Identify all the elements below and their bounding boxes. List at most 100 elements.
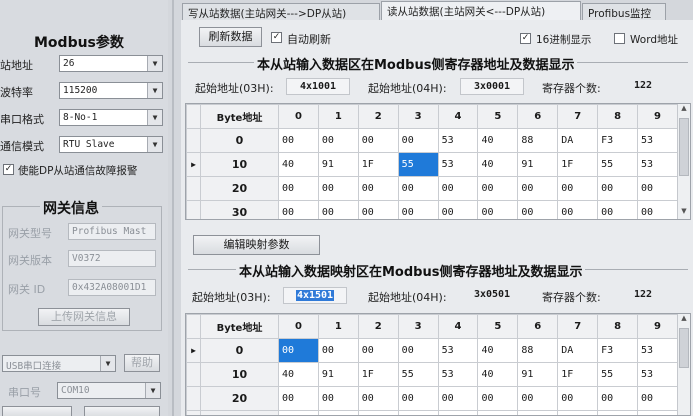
byte-cell[interactable]: 53 bbox=[637, 152, 678, 177]
chevron-down-icon[interactable]: ▼ bbox=[100, 356, 115, 371]
byte-cell[interactable]: 00 bbox=[397, 410, 439, 415]
byte-cell[interactable]: 00 bbox=[357, 200, 399, 219]
byte-cell[interactable]: 40 bbox=[477, 338, 519, 363]
byte-cell[interactable]: 53 bbox=[437, 338, 479, 363]
byte-cell[interactable]: 53 bbox=[437, 362, 479, 387]
table-row[interactable]: 0 00 00 00 00 53 40 88 DA F3 53 bbox=[186, 128, 678, 153]
refresh-data-button[interactable]: 刷新数据 bbox=[199, 27, 262, 47]
byte-cell[interactable]: 00 bbox=[278, 200, 319, 219]
byte-cell[interactable]: 00 bbox=[437, 200, 479, 219]
byte-cell[interactable]: 00 bbox=[278, 176, 319, 201]
tab-write-slave-data[interactable]: 写从站数据(主站网关--->DP从站) bbox=[182, 3, 380, 20]
upload-gateway-info-button[interactable]: 上传网关信息 bbox=[38, 308, 130, 326]
byte-cell[interactable]: 00 bbox=[278, 128, 319, 153]
byte-cell[interactable]: 00 bbox=[317, 176, 359, 201]
port-combo[interactable]: COM10 ▼ bbox=[57, 382, 161, 399]
connect-button[interactable] bbox=[2, 406, 72, 416]
byte-cell[interactable]: 40 bbox=[477, 362, 519, 387]
mapping-data-grid[interactable]: Byte地址 0 1 2 3 4 5 6 7 8 9 ▶ 0 00 00 00 00 53 40 88 DA F3 53 10… bbox=[185, 313, 691, 416]
table-row[interactable]: 3000000000000000000000 bbox=[186, 200, 678, 219]
input-data-grid[interactable]: Byte地址 0 1 2 3 4 5 6 7 8 9 0 00 00 00 00 53 40 88 DA F3 53 ▶ 10… bbox=[185, 103, 691, 220]
byte-cell[interactable]: 00 bbox=[517, 200, 559, 219]
byte-cell[interactable]: 91 bbox=[317, 152, 359, 177]
serial-format-combo[interactable]: 8-No-1 ▼ bbox=[59, 109, 163, 126]
byte-cell[interactable]: 40 bbox=[477, 128, 519, 153]
byte-cell[interactable]: 00 bbox=[278, 338, 319, 363]
byte-cell[interactable]: 00 bbox=[477, 386, 519, 411]
byte-cell[interactable]: 00 bbox=[357, 410, 399, 415]
byte-cell[interactable]: 00 bbox=[517, 386, 559, 411]
byte-cell[interactable]: 1F bbox=[557, 152, 599, 177]
byte-cell[interactable]: 00 bbox=[637, 386, 678, 411]
table-row[interactable]: ▶ 10 40 91 1F 55 53 40 91 1F 55 53 bbox=[186, 152, 678, 177]
byte-cell[interactable]: 55 bbox=[597, 362, 639, 387]
hex-display-checkbox[interactable]: ✓ bbox=[520, 33, 531, 44]
auto-refresh-checkbox[interactable]: ✓ bbox=[271, 32, 282, 43]
byte-cell[interactable]: 00 bbox=[477, 410, 519, 415]
byte-cell[interactable]: 00 bbox=[397, 176, 439, 201]
table-row[interactable]: 20 00 00 00 00 00 00 00 00 00 00 bbox=[186, 176, 678, 201]
byte-cell[interactable]: 1F bbox=[357, 362, 399, 387]
byte-cell[interactable]: 00 bbox=[437, 386, 479, 411]
byte-cell[interactable]: 00 bbox=[317, 200, 359, 219]
edit-mapping-button[interactable]: 编辑映射参数 bbox=[193, 235, 320, 255]
alarm-checkbox[interactable]: ✓ bbox=[3, 164, 14, 175]
byte-cell[interactable]: 00 bbox=[317, 410, 359, 415]
byte-cell[interactable]: 00 bbox=[357, 386, 399, 411]
byte-cell[interactable]: 53 bbox=[437, 152, 479, 177]
byte-cell[interactable]: 00 bbox=[397, 386, 439, 411]
tab-profibus-monitor[interactable]: Profibus监控 bbox=[582, 3, 666, 20]
byte-cell[interactable]: 00 bbox=[557, 386, 599, 411]
byte-cell[interactable]: 91 bbox=[517, 362, 559, 387]
byte-cell[interactable]: 00 bbox=[597, 386, 639, 411]
station-address-combo[interactable]: 26 ▼ bbox=[59, 55, 163, 72]
byte-cell[interactable]: 00 bbox=[397, 200, 439, 219]
scroll-down-icon[interactable]: ▼ bbox=[678, 207, 690, 219]
byte-cell[interactable]: 53 bbox=[637, 362, 678, 387]
byte-cell[interactable]: 55 bbox=[597, 152, 639, 177]
byte-cell[interactable]: DA bbox=[557, 128, 599, 153]
byte-cell[interactable]: F3 bbox=[597, 128, 639, 153]
table-row[interactable]: 3000000000000000000000 bbox=[186, 410, 678, 415]
byte-cell[interactable]: 00 bbox=[597, 176, 639, 201]
connection-type-combo[interactable]: USB串口连接 ▼ bbox=[2, 355, 116, 372]
byte-cell[interactable]: 88 bbox=[517, 338, 559, 363]
chevron-down-icon[interactable]: ▼ bbox=[147, 56, 162, 71]
byte-cell[interactable]: 00 bbox=[637, 176, 678, 201]
byte-cell[interactable]: 00 bbox=[637, 200, 678, 219]
byte-cell[interactable]: 53 bbox=[437, 128, 479, 153]
chevron-down-icon[interactable]: ▼ bbox=[147, 83, 162, 98]
table-row[interactable]: 20 00 00 00 00 00 00 00 00 00 00 bbox=[186, 386, 678, 411]
word-address-checkbox[interactable] bbox=[614, 33, 625, 44]
comm-mode-combo[interactable]: RTU Slave ▼ bbox=[59, 136, 163, 153]
byte-cell[interactable]: 00 bbox=[437, 176, 479, 201]
byte-cell[interactable]: 00 bbox=[557, 200, 599, 219]
byte-cell[interactable]: 00 bbox=[357, 176, 399, 201]
byte-cell[interactable]: 00 bbox=[278, 386, 319, 411]
byte-cell[interactable]: 00 bbox=[477, 200, 519, 219]
tab-read-slave-data[interactable]: 读从站数据(主站网关<---DP从站) bbox=[381, 1, 581, 21]
byte-cell[interactable]: 00 bbox=[357, 338, 399, 363]
byte-cell[interactable]: 00 bbox=[477, 176, 519, 201]
byte-cell[interactable]: 00 bbox=[597, 410, 639, 415]
byte-cell[interactable]: DA bbox=[557, 338, 599, 363]
scroll-up-icon[interactable]: ▲ bbox=[678, 104, 690, 116]
byte-cell[interactable]: 1F bbox=[557, 362, 599, 387]
byte-cell[interactable]: 91 bbox=[317, 362, 359, 387]
byte-cell[interactable]: 53 bbox=[637, 128, 678, 153]
byte-cell[interactable]: 00 bbox=[637, 410, 678, 415]
byte-cell[interactable]: 40 bbox=[278, 362, 319, 387]
scroll-up-icon[interactable]: ▲ bbox=[678, 314, 690, 326]
byte-cell[interactable]: 00 bbox=[557, 176, 599, 201]
byte-cell[interactable]: 1F bbox=[357, 152, 399, 177]
byte-cell[interactable]: 00 bbox=[278, 410, 319, 415]
chevron-down-icon[interactable]: ▼ bbox=[147, 110, 162, 125]
chevron-down-icon[interactable]: ▼ bbox=[147, 137, 162, 152]
byte-cell[interactable]: 55 bbox=[397, 152, 439, 177]
byte-cell[interactable]: 55 bbox=[397, 362, 439, 387]
byte-cell[interactable]: 00 bbox=[397, 128, 439, 153]
byte-cell[interactable]: 00 bbox=[357, 128, 399, 153]
mapping-grid-scrollbar[interactable]: ▲ bbox=[677, 314, 690, 415]
byte-cell[interactable]: 88 bbox=[517, 128, 559, 153]
byte-cell[interactable]: 00 bbox=[317, 338, 359, 363]
